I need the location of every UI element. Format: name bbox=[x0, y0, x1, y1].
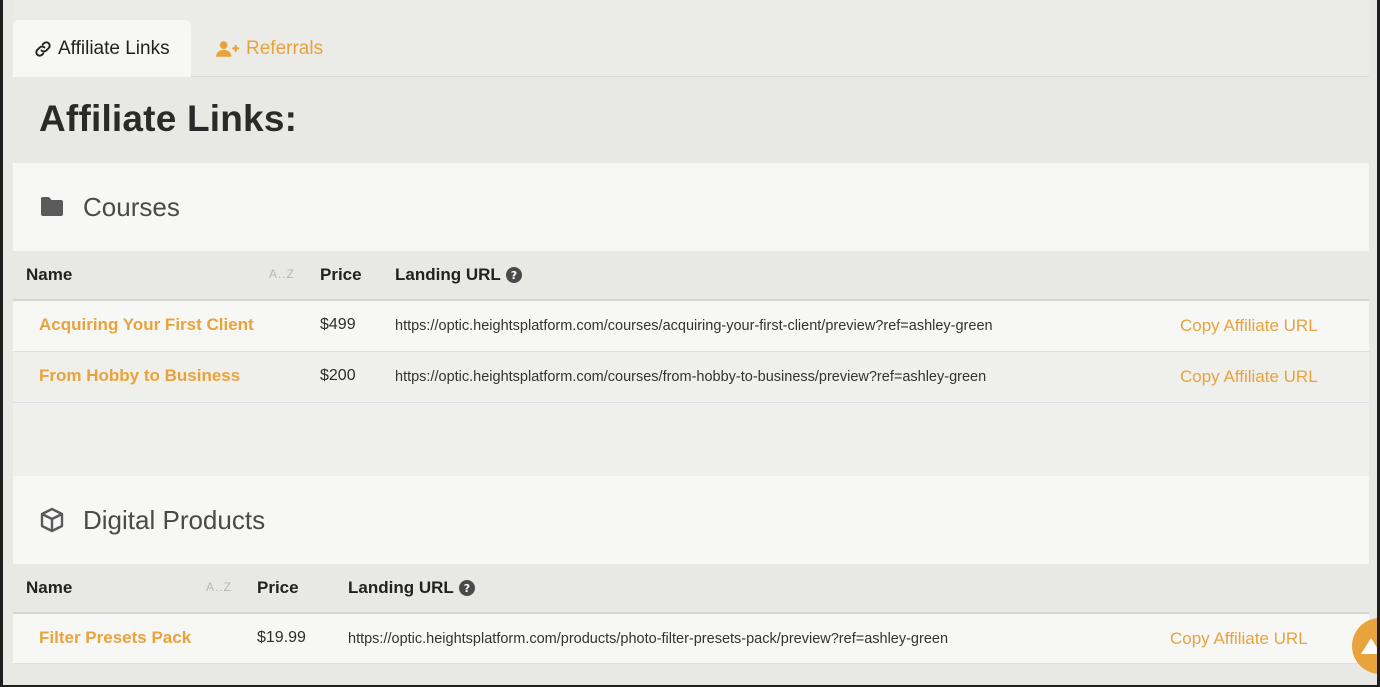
courses-table-header: Name A..Z Price Landing URL ? bbox=[13, 251, 1369, 301]
product-name-link[interactable]: Filter Presets Pack bbox=[39, 628, 191, 648]
folder-icon bbox=[41, 197, 63, 216]
column-header-landing-url: Landing URL ? bbox=[395, 265, 522, 285]
table-row: Acquiring Your First Client $499 https:/… bbox=[13, 301, 1369, 352]
column-header-name[interactable]: Name bbox=[26, 265, 72, 285]
tab-referrals[interactable]: Referrals bbox=[213, 20, 323, 77]
column-label: Landing URL bbox=[395, 265, 501, 284]
link-icon bbox=[35, 40, 51, 57]
copy-affiliate-url-button[interactable]: Copy Affiliate URL bbox=[1180, 316, 1318, 336]
column-header-name[interactable]: Name bbox=[26, 578, 72, 598]
svg-text:?: ? bbox=[464, 582, 470, 595]
sort-az-indicator[interactable]: A..Z bbox=[269, 267, 295, 281]
copy-affiliate-url-button[interactable]: Copy Affiliate URL bbox=[1170, 629, 1308, 649]
price-value: $499 bbox=[320, 316, 356, 333]
sort-az-indicator[interactable]: A..Z bbox=[206, 580, 232, 594]
triangle-up-icon bbox=[1361, 638, 1377, 654]
landing-url-value: https://optic.heightsplatform.com/course… bbox=[395, 369, 987, 385]
table-row: Filter Presets Pack $19.99 https://optic… bbox=[13, 614, 1369, 664]
page-frame: Affiliate Links Referrals Affiliate Link… bbox=[0, 0, 1380, 687]
price-value: $19.99 bbox=[257, 629, 306, 646]
help-icon[interactable]: ? bbox=[505, 267, 522, 283]
column-header-price: Price bbox=[257, 578, 299, 597]
section-header-digital-products: Digital Products bbox=[13, 476, 1369, 564]
landing-url-value: https://optic.heightsplatform.com/course… bbox=[395, 318, 993, 334]
page-title: Affiliate Links: bbox=[39, 98, 298, 139]
landing-url-value: https://optic.heightsplatform.com/produc… bbox=[348, 631, 949, 647]
table-row: From Hobby to Business $200 https://opti… bbox=[13, 352, 1369, 403]
section-spacer bbox=[13, 403, 1369, 476]
price-value: $200 bbox=[320, 367, 356, 384]
help-icon[interactable]: ? bbox=[458, 580, 475, 596]
course-name-link[interactable]: Acquiring Your First Client bbox=[39, 315, 254, 335]
column-header-price: Price bbox=[320, 265, 362, 284]
course-name-link[interactable]: From Hobby to Business bbox=[39, 366, 240, 386]
tab-affiliate-links[interactable]: Affiliate Links bbox=[13, 20, 191, 77]
section-header-courses: Courses bbox=[13, 163, 1369, 251]
tab-label: Referrals bbox=[246, 37, 324, 59]
column-label: Landing URL bbox=[348, 578, 454, 597]
section-title: Digital Products bbox=[83, 504, 266, 535]
column-header-landing-url: Landing URL ? bbox=[348, 578, 475, 598]
svg-text:?: ? bbox=[511, 269, 517, 282]
tab-bar: Affiliate Links Referrals bbox=[13, 0, 1369, 77]
copy-affiliate-url-button[interactable]: Copy Affiliate URL bbox=[1180, 367, 1318, 387]
tab-label: Affiliate Links bbox=[58, 37, 170, 59]
section-title: Courses bbox=[83, 191, 180, 222]
cube-icon bbox=[40, 507, 64, 533]
user-plus-icon bbox=[216, 40, 240, 57]
products-table-header: Name A..Z Price Landing URL ? bbox=[13, 564, 1369, 614]
